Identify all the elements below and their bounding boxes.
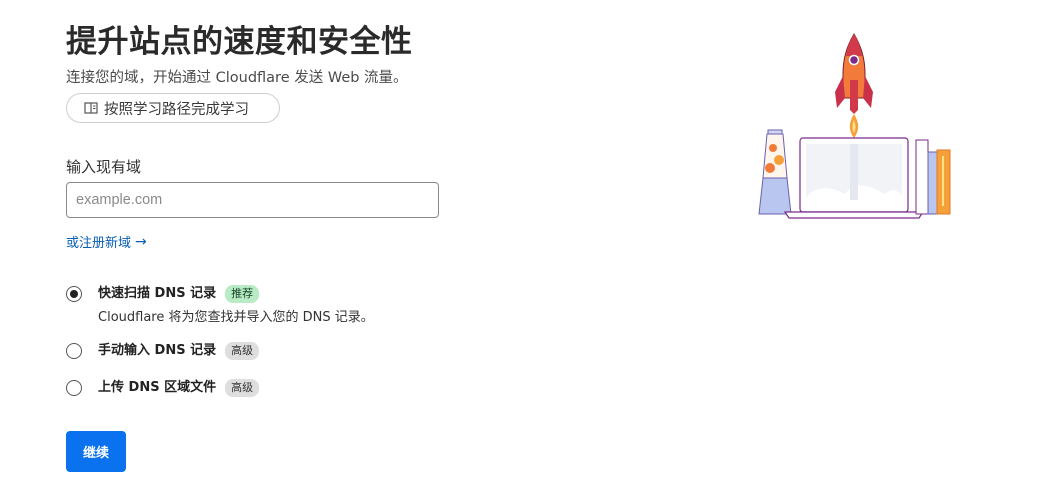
option-upload-zone-file-title: 上传 DNS 区域文件 (98, 380, 217, 395)
option-manual-entry[interactable]: 手动输入 DNS 记录 高级 (66, 342, 260, 360)
advanced-badge: 高级 (225, 342, 260, 360)
domain-field-label: 输入现有域 (66, 158, 142, 176)
radio-quick-scan[interactable] (66, 286, 82, 302)
rocket-laptop-illustration (758, 33, 951, 219)
rocket-icon (835, 33, 873, 138)
radio-upload-zone-file[interactable] (66, 380, 82, 396)
continue-button[interactable]: 继续 (66, 431, 126, 472)
recommended-badge: 推荐 (225, 285, 260, 303)
radio-selected-dot (70, 290, 78, 298)
register-domain-link[interactable]: 或注册新域 → (66, 232, 147, 252)
lava-lamp-icon (758, 129, 792, 215)
page-subtitle: 连接您的域，开始通过 Cloudflare 发送 Web 流量。 (66, 70, 408, 86)
laptop-icon (783, 137, 925, 219)
register-domain-label: 或注册新域 (66, 236, 132, 251)
option-manual-entry-title: 手动输入 DNS 记录 (98, 343, 217, 358)
option-quick-scan[interactable]: 快速扫描 DNS 记录 推荐 Cloudflare 将为您查找并导入您的 DNS… (66, 285, 374, 325)
learning-path-button[interactable]: 按照学习路径完成学习 (66, 93, 280, 123)
advanced-badge: 高级 (225, 379, 260, 397)
domain-input[interactable] (66, 182, 439, 218)
option-upload-zone-file[interactable]: 上传 DNS 区域文件 高级 (66, 379, 260, 397)
option-quick-scan-title: 快速扫描 DNS 记录 (98, 286, 217, 301)
option-quick-scan-description: Cloudflare 将为您查找并导入您的 DNS 记录。 (98, 310, 374, 325)
arrow-right-icon: → (135, 233, 147, 250)
page-title: 提升站点的速度和安全性 (66, 24, 413, 60)
books-icon (915, 139, 951, 215)
book-icon (84, 102, 98, 114)
learning-path-label: 按照学习路径完成学习 (104, 101, 249, 118)
radio-manual-entry[interactable] (66, 343, 82, 359)
